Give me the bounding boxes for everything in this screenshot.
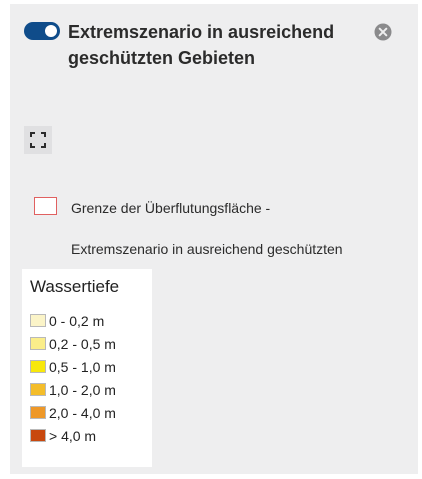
legend-swatch	[30, 429, 46, 442]
legend-list: 0 - 0,2 m 0,2 - 0,5 m 0,5 - 1,0 m 1,0 - …	[30, 309, 116, 447]
legend-item: 0,2 - 0,5 m	[30, 332, 116, 355]
legend-swatch	[30, 314, 46, 327]
legend-item: > 4,0 m	[30, 424, 116, 447]
legend-label: 0,2 - 0,5 m	[49, 335, 116, 352]
legend-swatch	[30, 337, 46, 350]
legend-item: 1,0 - 2,0 m	[30, 378, 116, 401]
legend-label: 0,5 - 1,0 m	[49, 358, 116, 375]
legend-label: 2,0 - 4,0 m	[49, 404, 116, 421]
legend-item: 2,0 - 4,0 m	[30, 401, 116, 424]
legend-swatch	[30, 360, 46, 373]
layer-title: Extremszenario in ausreichend geschützte…	[68, 22, 335, 68]
layer-legend-panel: Extremszenario in ausreichend geschützte…	[10, 4, 418, 474]
boundary-legend-swatch	[34, 197, 57, 215]
legend-label: 0 - 0,2 m	[49, 312, 105, 329]
legend-swatch	[30, 383, 46, 396]
legend-label: 1,0 - 2,0 m	[49, 381, 116, 398]
boundary-legend-label-continued: Extremszenario in ausreichend geschützte…	[71, 241, 343, 257]
close-circle-icon	[374, 23, 392, 41]
legend-item: 0,5 - 1,0 m	[30, 355, 116, 378]
fullscreen-expand-icon	[30, 132, 46, 148]
fullscreen-button[interactable]	[24, 126, 52, 154]
legend-title: Wassertiefe	[30, 277, 120, 296]
layer-visibility-toggle[interactable]	[24, 22, 60, 40]
legend-label: > 4,0 m	[49, 427, 97, 444]
legend-swatch	[30, 406, 46, 419]
legend-item: 0 - 0,2 m	[30, 309, 116, 332]
water-depth-legend: Wassertiefe 0 - 0,2 m 0,2 - 0,5 m 0,5 - …	[22, 269, 152, 467]
toggle-knob	[45, 25, 57, 37]
boundary-legend-label: Grenze der Überflutungsfläche -	[71, 200, 271, 216]
close-button[interactable]	[374, 23, 392, 41]
